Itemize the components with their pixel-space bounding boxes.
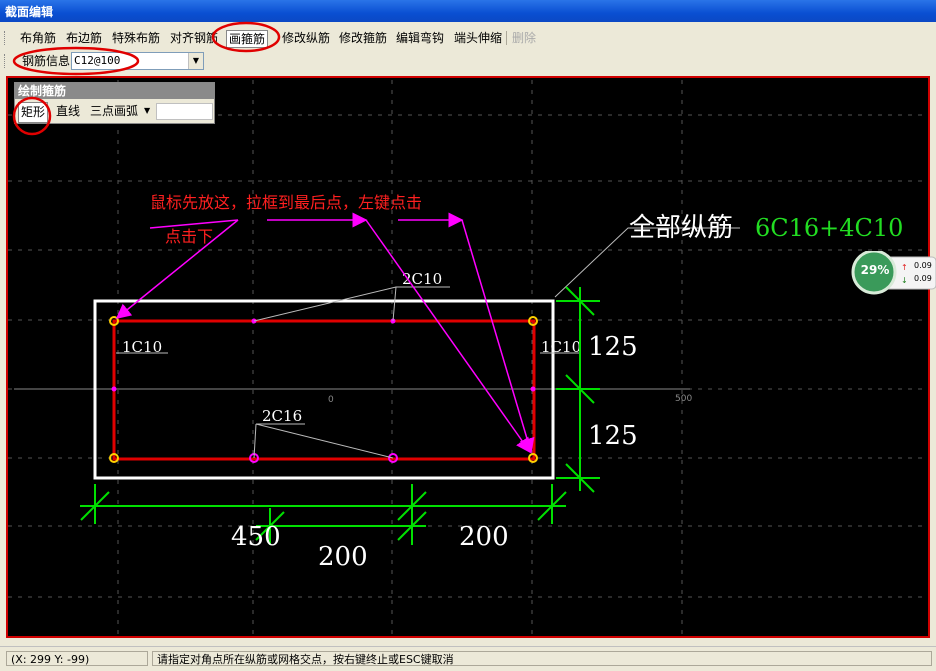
dimension-lines xyxy=(80,286,600,545)
dim-bottom-inner: 200 xyxy=(318,542,368,572)
up-arrow-icon: ↑ xyxy=(901,263,908,272)
all-rebar-value: 6C16+4C10 xyxy=(755,214,903,242)
instruction-arrows xyxy=(115,212,535,454)
all-rebar-label: 全部纵筋 xyxy=(629,213,733,243)
axis-500-label: 500 xyxy=(675,394,692,404)
speed-down-value: 0.09 xyxy=(914,274,932,283)
rebar-leaders xyxy=(116,227,740,459)
status-bar: (X: 299 Y: -99) 请指定对角点所在纵筋或网格交点，按右键终止或ES… xyxy=(0,646,936,671)
dim-bottom-left: 450 xyxy=(231,522,281,552)
speed-up-value: 0.09 xyxy=(914,261,932,270)
palette-combo[interactable] xyxy=(156,103,213,120)
instruction-text-2: 点击下 xyxy=(165,227,213,246)
dim-right-top: 125 xyxy=(588,332,638,362)
left-rebar-label: 1C10 xyxy=(122,338,162,356)
right-rebar-label: 1C10 xyxy=(541,338,581,356)
stirrup xyxy=(112,319,536,461)
arc-button[interactable]: 三点画弧 xyxy=(88,102,140,121)
stirrup-palette: 绘制箍筋 矩形 直线 三点画弧 ▼ xyxy=(14,82,215,124)
status-message: 请指定对角点所在纵筋或网格交点，按右键终止或ESC键取消 xyxy=(152,651,932,666)
speed-percent: 29% xyxy=(860,263,890,277)
chevron-down-icon[interactable]: ▼ xyxy=(142,102,152,121)
rectangle-button[interactable]: 矩形 xyxy=(18,102,49,123)
down-arrow-icon: ↓ xyxy=(901,276,908,285)
coordinate-readout: (X: 299 Y: -99) xyxy=(6,651,148,666)
dim-bottom-right: 200 xyxy=(459,522,509,552)
line-button[interactable]: 直线 xyxy=(54,102,82,121)
instruction-text-1: 鼠标先放这，拉框到最后点，左键点击 xyxy=(150,193,422,212)
axis-origin-label: 0 xyxy=(328,395,334,405)
network-speed-widget[interactable]: ↑ ↓ 29% 0.09 0.09 xyxy=(851,249,936,295)
dim-right-bottom: 125 xyxy=(588,421,638,451)
palette-title[interactable]: 绘制箍筋 xyxy=(15,83,214,99)
bottom-rebar-label: 2C16 xyxy=(262,407,302,425)
